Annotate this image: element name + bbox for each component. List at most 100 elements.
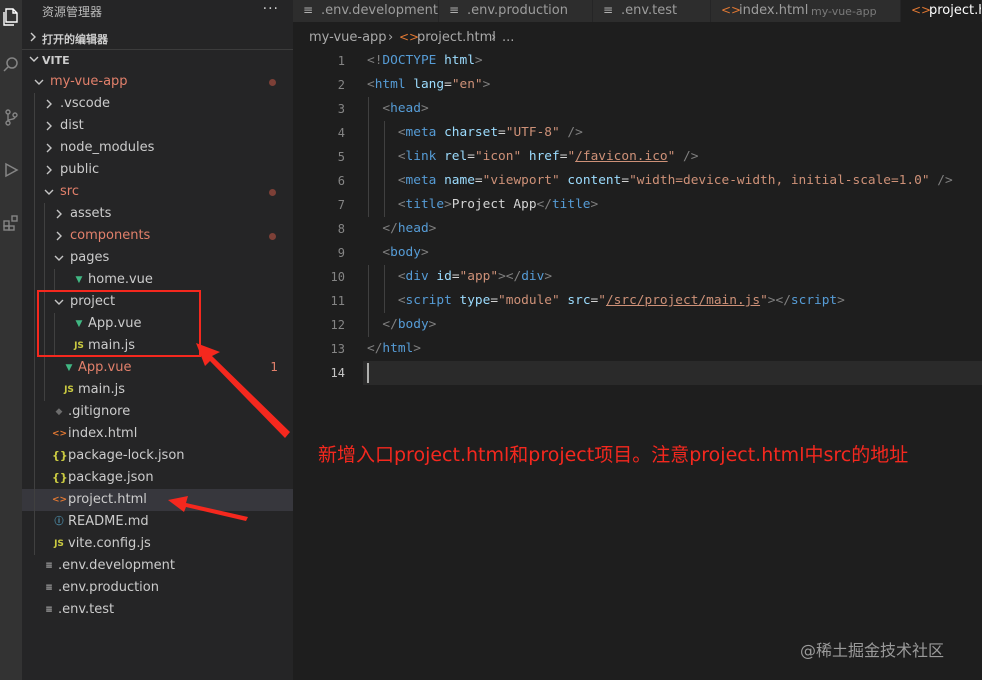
vue-icon: ▼ [75,275,83,285]
tree-file[interactable]: <> project.html [22,489,293,511]
indent-guide [34,115,35,137]
code-token: link [405,149,437,164]
code-line: <link rel="icon" href="/favicon.ico" /> [367,145,699,169]
workspace-section[interactable]: VITE [22,49,293,71]
json-icon: {} [52,471,68,484]
indent-guide [44,379,45,401]
tree-file[interactable]: ⓘ README.md [22,511,293,533]
tree-file[interactable]: <> index.html [22,423,293,445]
tree-folder[interactable]: src [22,181,293,203]
html-icon: <> [52,429,68,439]
indent-guide [34,181,35,203]
code-token: src [567,293,591,308]
indent-guide [34,379,35,401]
extensions-icon[interactable] [0,208,22,238]
code-token: = [490,293,499,308]
code-token: " [567,149,576,164]
tree-file[interactable]: ◆ .gitignore [22,401,293,423]
code-token: < [367,77,375,92]
editor-tab[interactable]: ≡ .env.production [439,0,593,22]
code-token: = [444,77,452,92]
tree-file[interactable]: ▼ App.vue 1 [22,357,293,379]
editor-tab[interactable]: ≡ .env.development [293,0,439,22]
line-number: 2 [337,78,345,92]
indent-guide [34,313,35,335]
tree-item-label: index.html [68,426,138,441]
tree-file[interactable]: ▼ home.vue [22,269,293,291]
code-token: < [397,173,406,188]
open-editors-section[interactable]: 打开的编辑器 [22,27,293,49]
tree-item-label: App.vue [78,360,132,375]
more-actions-icon[interactable]: ··· [263,1,279,17]
code-editor[interactable]: 1 <!DOCTYPE html> 2 <html lang="en"> 3 <head… [293,49,982,680]
tree-item-label: pages [70,250,110,265]
tree-item-label: .env.development [58,558,175,573]
code-token: </ [536,197,552,212]
indent-guide [34,445,35,467]
tree-file[interactable]: ≡ .env.test [22,599,293,621]
tree-file[interactable]: {} package-lock.json [22,445,293,467]
line-number: 9 [337,246,345,260]
tree-file[interactable]: JS vite.config.js [22,533,293,555]
indent-guide [34,423,35,445]
tree-file[interactable]: ≡ .env.production [22,577,293,599]
code-token: " [598,293,606,308]
tree-file[interactable]: {} package.json [22,467,293,489]
code-token: charset [444,125,499,140]
editor-tab[interactable]: <> index.html my-vue-app [711,0,901,22]
tree-file[interactable]: ≡ .env.development [22,555,293,577]
code-token: </ [382,221,398,236]
run-debug-icon[interactable] [0,155,22,185]
code-token: type [459,293,491,308]
indent-guide [34,247,35,269]
chevron-down-icon [44,189,54,195]
breadcrumb-file[interactable]: project.html [417,30,496,45]
indent-guide [34,269,35,291]
code-line: <!DOCTYPE html> [367,49,483,73]
search-icon[interactable] [0,49,22,79]
lines-icon: ≡ [45,583,53,593]
tree-folder[interactable]: my-vue-app [22,71,293,93]
breadcrumb-folder[interactable]: my-vue-app [309,30,387,45]
code-token: < [397,125,406,140]
tree-file[interactable]: JS main.js [22,379,293,401]
tree-folder[interactable]: assets [22,203,293,225]
code-line: <meta charset="UTF-8" /> [367,121,583,145]
code-token: < [382,101,391,116]
chevron-right-icon [46,165,52,175]
code-token: > [837,293,845,308]
tree-folder[interactable]: dist [22,115,293,137]
source-control-icon[interactable] [0,102,22,132]
lines-icon: ≡ [449,3,460,17]
code-token: /> [559,125,583,140]
breadcrumb-tail[interactable]: ... [502,30,514,45]
indent-guide [34,357,35,379]
explorer-icon[interactable] [0,2,22,32]
code-token: " [760,293,768,308]
tree-folder[interactable]: .vscode [22,93,293,115]
tree-item-label: node_modules [60,140,155,155]
tree-folder[interactable]: node_modules [22,137,293,159]
code-line: <title>Project App</title> [367,193,598,217]
editor-tab[interactable]: ≡ .env.test [593,0,711,22]
tree-folder[interactable]: components [22,225,293,247]
code-token: > [482,77,491,92]
code-token: name [444,173,475,188]
editor-tab[interactable]: <>project.html [901,0,982,22]
code-token: /src/project/main.js [605,293,761,308]
indent-guide [34,225,35,247]
code-token: html [382,341,414,356]
code-token: ></ [498,269,522,284]
code-token: /> [929,173,953,188]
code-token: </ [382,317,398,332]
tree-folder[interactable]: pages [22,247,293,269]
code-token: < [382,245,391,260]
chevron-right-icon [46,121,52,131]
explorer-title: 资源管理器 [42,5,103,19]
tree-folder[interactable]: public [22,159,293,181]
